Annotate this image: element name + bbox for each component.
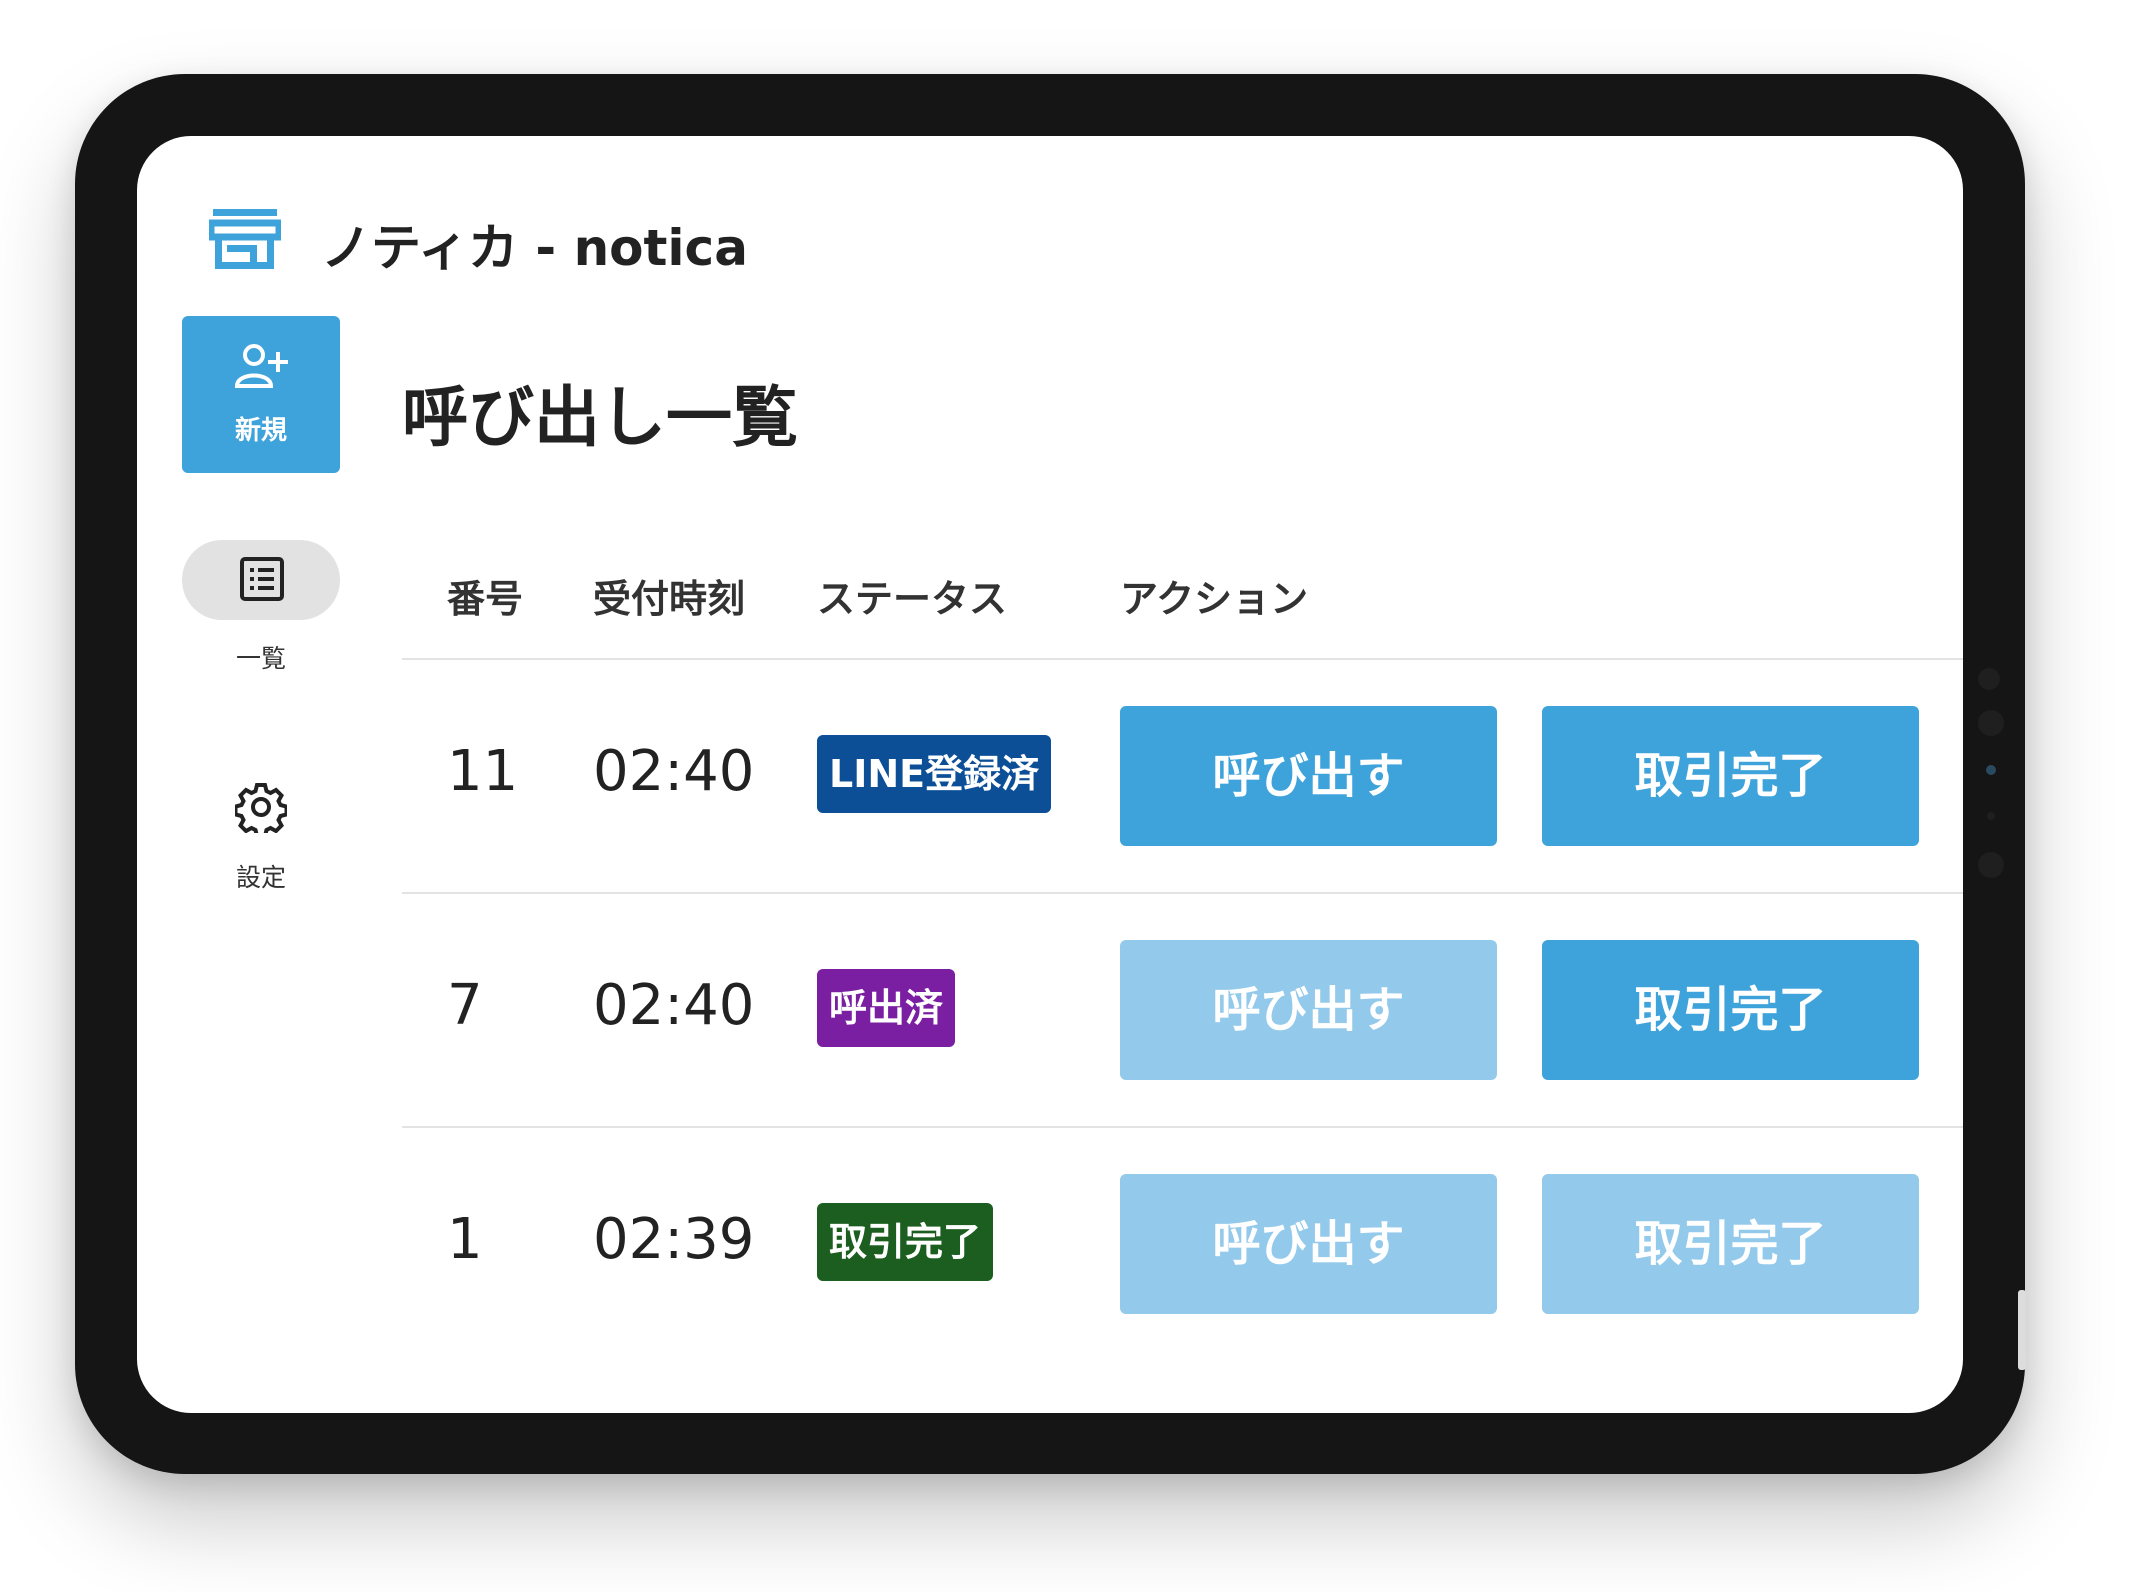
nav-item-settings-label[interactable]: 設定	[182, 858, 340, 894]
column-header-number: 番号	[447, 577, 524, 621]
nav-item-list-label: 一覧	[235, 644, 286, 673]
status-badge: LINE登録済	[817, 735, 1052, 813]
complete-button[interactable]: 取引完了	[1542, 706, 1919, 846]
call-button[interactable]: 呼び出す	[1120, 1174, 1497, 1314]
app-screen: ノティカ - notica 新規 一覧 設定 呼び出し一覧 番号 受付時刻 ステ	[137, 136, 1963, 1413]
column-header-time: 受付時刻	[593, 577, 746, 621]
list-icon	[240, 557, 284, 601]
row-time: 02:39	[593, 1207, 755, 1272]
column-header-status: ステータス	[817, 577, 1008, 621]
camera-dot	[1978, 668, 2000, 690]
status-badge: 取引完了	[817, 1203, 994, 1281]
call-button[interactable]: 呼び出す	[1120, 706, 1497, 846]
column-header-action: アクション	[1120, 577, 1309, 621]
row-time: 02:40	[593, 973, 755, 1038]
app-title: ノティカ - notica	[321, 219, 748, 277]
new-button-label: 新規	[234, 416, 287, 446]
header-divider	[402, 658, 1963, 660]
row-divider	[402, 892, 1963, 894]
row-number: 11	[447, 739, 519, 804]
complete-button[interactable]: 取引完了	[1542, 940, 1919, 1080]
status-badge: 呼出済	[817, 969, 956, 1047]
store-icon	[209, 209, 281, 269]
row-time: 02:40	[593, 739, 755, 804]
device-side-button	[2018, 1290, 2026, 1370]
row-divider	[402, 1126, 1963, 1128]
camera-dot-lower	[1978, 852, 2004, 878]
add-person-icon	[234, 344, 288, 388]
page-title: 呼び出し一覧	[402, 379, 798, 456]
gear-icon[interactable]	[235, 781, 287, 833]
sensor-dot-small	[1987, 812, 1995, 820]
complete-button[interactable]: 取引完了	[1542, 1174, 1919, 1314]
camera-lens	[1978, 710, 2004, 736]
nav-item-list[interactable]	[182, 540, 340, 620]
row-number: 7	[447, 973, 483, 1038]
new-button[interactable]: 新規	[182, 316, 340, 473]
row-number: 1	[447, 1207, 483, 1272]
call-button[interactable]: 呼び出す	[1120, 940, 1497, 1080]
sensor-dot	[1986, 765, 1996, 775]
